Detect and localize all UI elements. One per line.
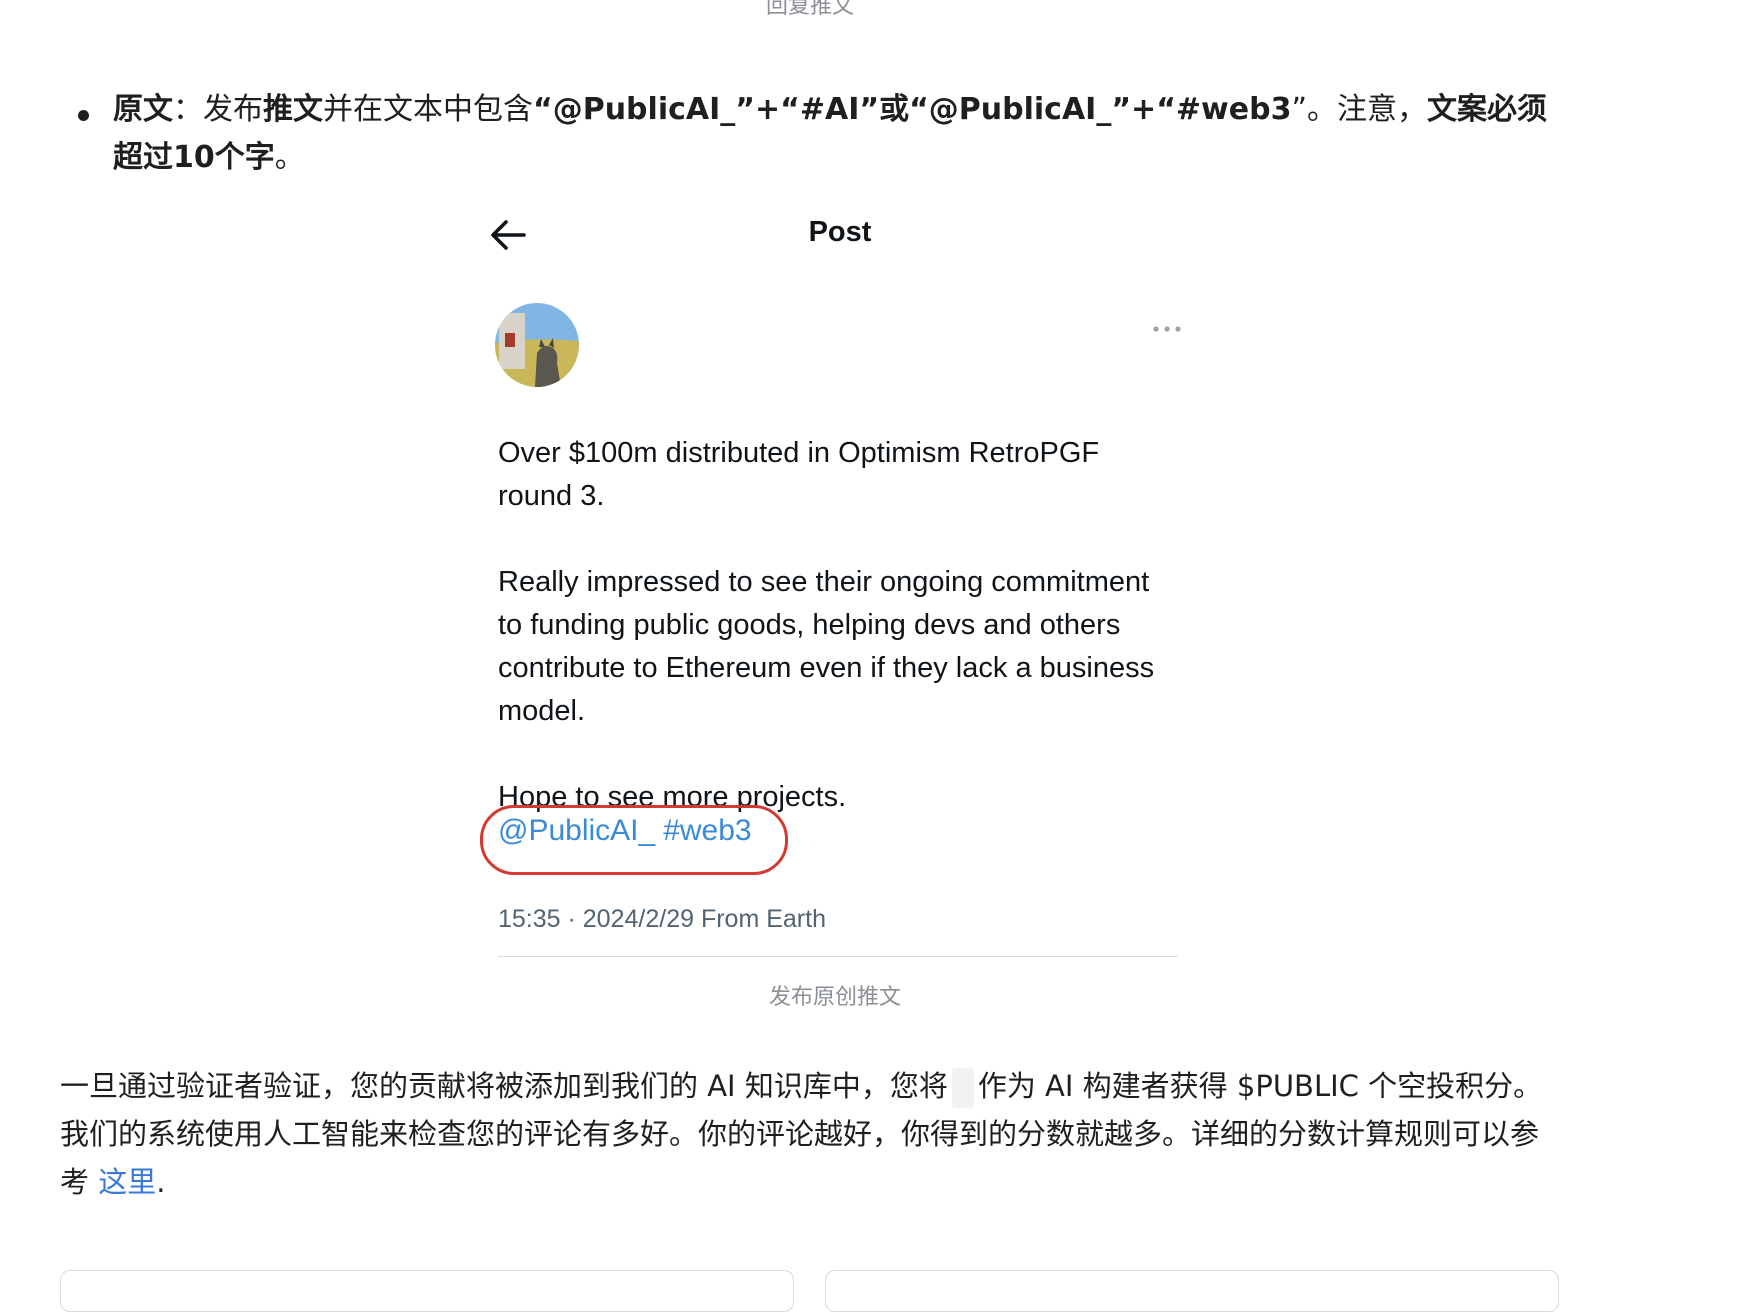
instruction-text: 原文：发布推文并在文本中包含“@PublicAI_”+“#AI”或“@Publi… (113, 86, 1563, 182)
card-left[interactable] (60, 1270, 794, 1312)
tweet-body: Over $100m distributed in Optimism Retro… (498, 432, 1178, 819)
instruction-text-2: ”。注意， (1291, 92, 1427, 127)
description-text-3: . (156, 1165, 166, 1199)
tweet-paragraph: Over $100m distributed in Optimism Retro… (498, 437, 1100, 512)
image-caption-original: 发布原创推文 (768, 985, 901, 1010)
description-paragraph: 一旦通过验证者验证，您的贡献将被添加到我们的 AI 知识库中，您将 作为 AI 构… (60, 1062, 1560, 1206)
tweet-paragraph: Really impressed to see their ongoing co… (498, 566, 1155, 727)
description-text-1: 一旦通过验证者验证，您的贡献将被添加到我们的 AI 知识库中，您将 (60, 1069, 948, 1103)
instruction-sep: ：发布 (173, 92, 263, 127)
tweet-paragraph: Hope to see more projects. (498, 781, 847, 813)
post-title: Post (808, 216, 872, 248)
instruction-label: 原文 (113, 92, 173, 127)
instruction-text-1: 并在文本中包含 (323, 92, 533, 127)
rules-link[interactable]: 这里 (98, 1165, 156, 1199)
redacted-box (951, 1068, 974, 1108)
bullet-dot (78, 110, 89, 121)
card-right[interactable] (825, 1270, 1559, 1312)
more-horizontal-icon[interactable] (1150, 322, 1184, 336)
instruction-bold-tags: “@PublicAI_”+“#AI”或“@PublicAI_”+“#web3 (533, 92, 1292, 127)
instruction-text-3: 。 (274, 140, 305, 175)
instruction-bullet: 原文：发布推文并在文本中包含“@PublicAI_”+“#AI”或“@Publi… (78, 86, 1578, 182)
image-caption-reply: 回复推文 (765, 0, 854, 19)
avatar (495, 303, 579, 387)
instruction-bold-tweet: 推文 (263, 92, 323, 127)
tweet-screenshot: Post Over $100m distributed in Optimism … (470, 200, 1190, 1020)
